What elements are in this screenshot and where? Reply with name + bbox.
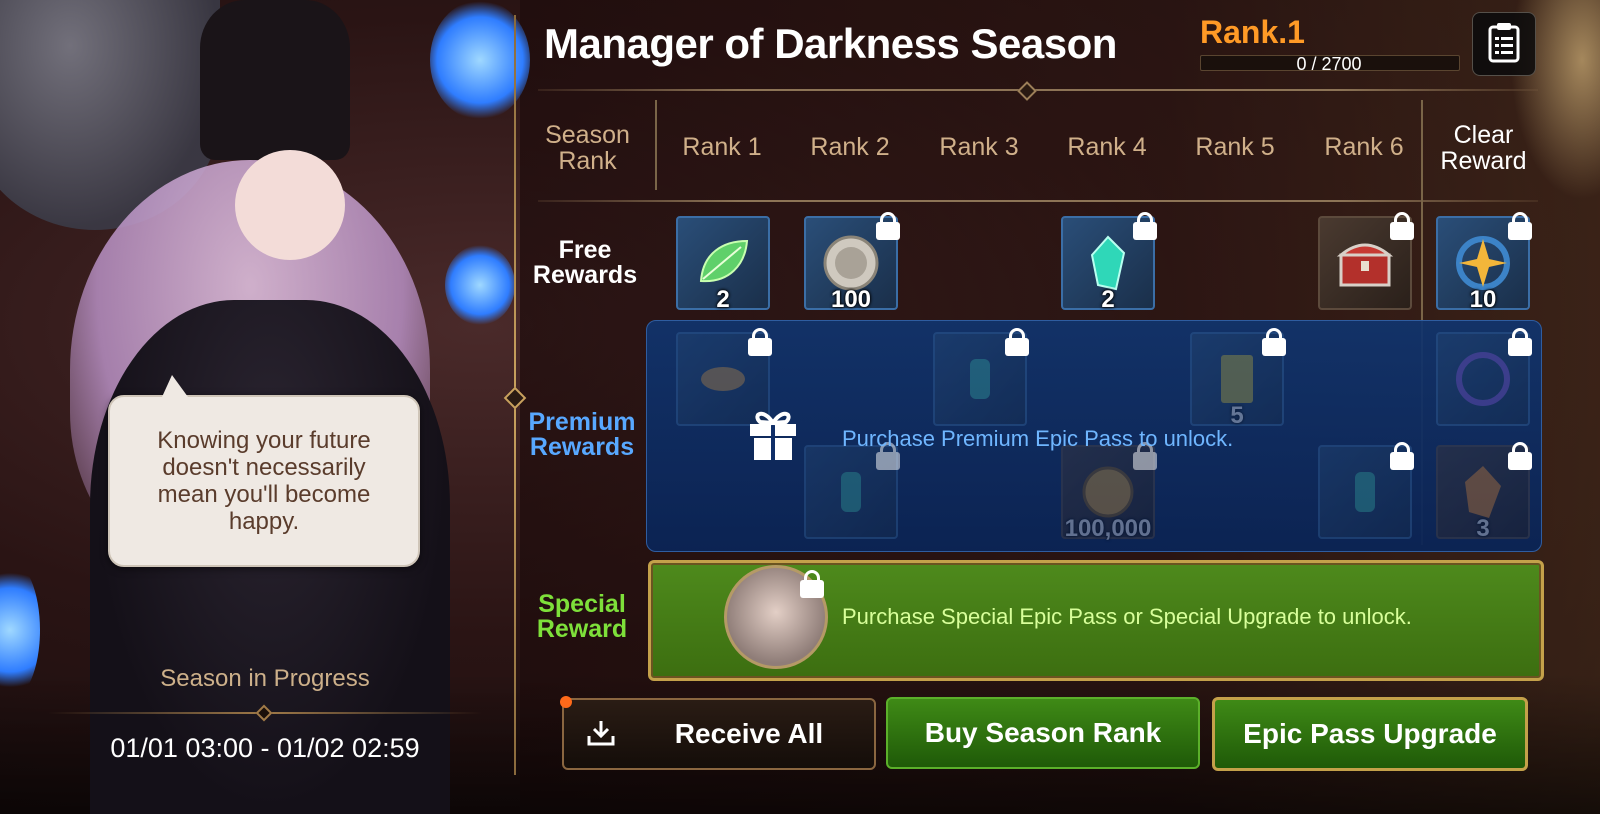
potion-icon xyxy=(1355,472,1375,512)
season-rank-header: Season Rank xyxy=(545,121,630,175)
coin-icon xyxy=(823,235,879,291)
premium-unlock-message: Purchase Premium Epic Pass to unlock. xyxy=(842,426,1234,451)
rank-progress-text: 0 / 2700 xyxy=(1296,54,1362,74)
rank-header-4: Rank 4 xyxy=(1067,133,1147,161)
crystal-icon xyxy=(1090,235,1126,291)
gold-coin-icon xyxy=(1082,466,1134,518)
lock-icon xyxy=(1133,442,1157,470)
page-title: Manager of Darkness Season xyxy=(544,20,1117,67)
rank-header-5: Rank 5 xyxy=(1195,133,1275,161)
frame-icon xyxy=(1456,352,1510,406)
card-icon xyxy=(1221,355,1253,403)
download-icon xyxy=(587,721,615,746)
epic-pass-upgrade-button[interactable]: Epic Pass Upgrade xyxy=(1212,697,1528,771)
season-status: Season in Progress xyxy=(160,665,370,692)
chest-icon xyxy=(1336,243,1394,287)
lock-icon xyxy=(876,212,900,240)
lock-icon xyxy=(1262,328,1286,356)
special-unlock-message: Purchase Special Epic Pass or Special Up… xyxy=(842,604,1412,629)
clipboard-icon xyxy=(1488,23,1520,63)
lock-icon xyxy=(800,570,824,598)
free-rewards-label: Free Rewards xyxy=(532,236,638,289)
column-divider xyxy=(538,200,1538,202)
season-dates: 01/01 03:00 - 01/02 02:59 xyxy=(110,733,420,763)
star-charm-icon xyxy=(1456,236,1510,290)
receive-all-label: Receive All xyxy=(674,718,824,749)
notification-dot xyxy=(560,696,572,708)
lock-icon xyxy=(1508,212,1532,240)
lock-icon xyxy=(748,328,772,356)
current-rank: Rank.1 xyxy=(1200,14,1305,50)
orange-crystal-icon xyxy=(1465,466,1501,518)
lock-icon xyxy=(876,442,900,470)
gift-icon xyxy=(750,411,796,460)
potion-icon xyxy=(970,359,990,399)
lock-icon xyxy=(1508,328,1532,356)
buy-season-rank-label: Buy Season Rank xyxy=(924,717,1162,748)
blue-flame-art xyxy=(445,245,515,325)
speech-bubble: Knowing your future doesn't necessarily … xyxy=(108,375,420,567)
receive-all-button[interactable]: Receive All xyxy=(560,696,876,770)
lock-icon xyxy=(1508,442,1532,470)
season-divider xyxy=(48,704,482,722)
column-separator xyxy=(655,100,657,190)
lock-icon xyxy=(1390,212,1414,240)
rank-header-2: Rank 2 xyxy=(810,133,890,161)
potion-icon xyxy=(841,472,861,512)
lock-icon xyxy=(1133,212,1157,240)
fish-icon xyxy=(701,367,745,391)
premium-rewards-label: Premium Rewards xyxy=(528,408,636,461)
mission-list-button[interactable] xyxy=(1472,12,1536,76)
rank-header-6: Rank 6 xyxy=(1324,133,1404,161)
speech-text: Knowing your future doesn't necessarily … xyxy=(157,427,371,535)
free-reward-rank1[interactable]: 2 xyxy=(676,216,770,313)
header-divider xyxy=(538,81,1538,101)
epic-pass-upgrade-label: Epic Pass Upgrade xyxy=(1243,718,1497,749)
special-reward-label: Special Reward xyxy=(536,590,628,643)
lock-icon xyxy=(1005,328,1029,356)
clear-reward-header: Clear Reward xyxy=(1440,121,1527,175)
vertical-divider xyxy=(503,15,527,775)
rank-header-1: Rank 1 xyxy=(682,133,762,161)
rank-header-3: Rank 3 xyxy=(939,133,1019,161)
lock-icon xyxy=(1390,442,1414,470)
leaf-icon xyxy=(699,239,749,283)
buy-season-rank-button[interactable]: Buy Season Rank xyxy=(886,697,1200,769)
